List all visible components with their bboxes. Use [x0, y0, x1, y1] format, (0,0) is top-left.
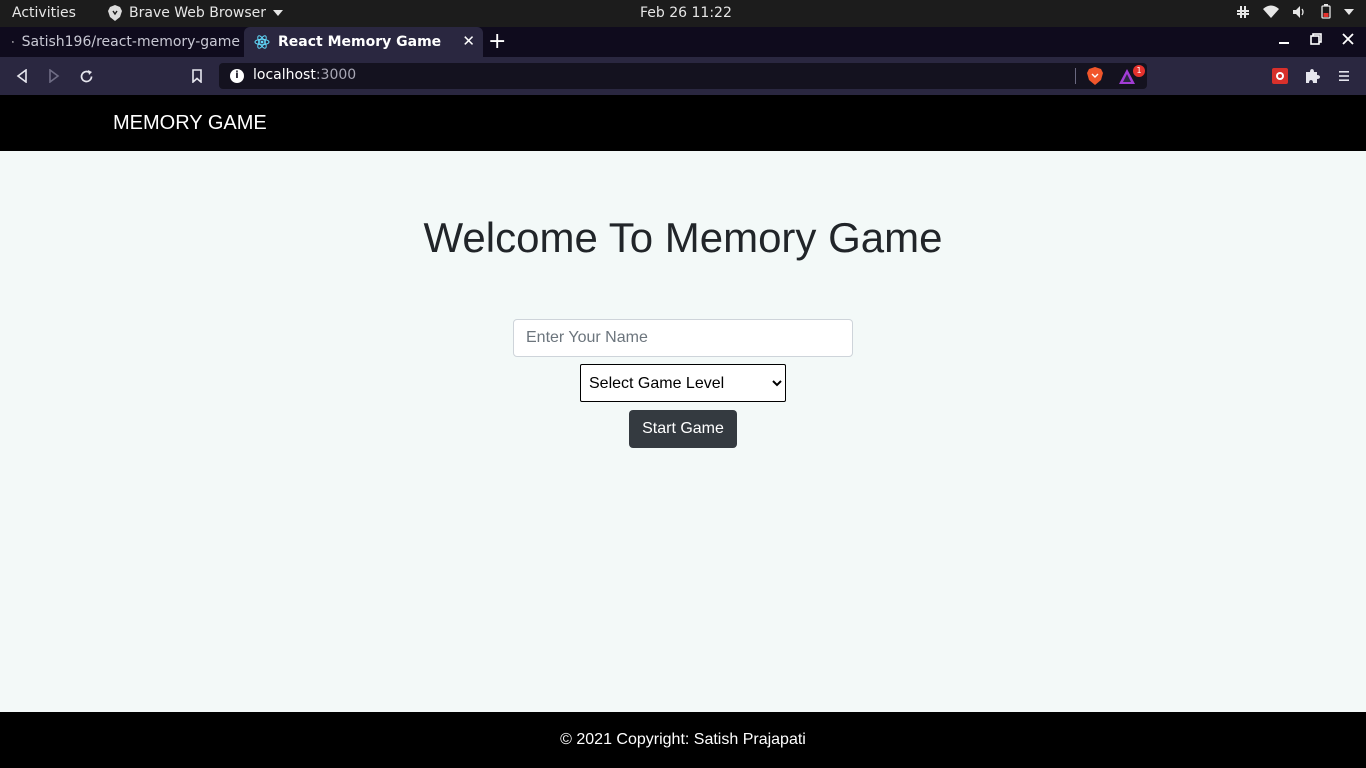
site-info-icon[interactable]: i	[230, 69, 244, 83]
system-tray[interactable]	[1236, 4, 1354, 19]
extensions-menu-button[interactable]	[1302, 66, 1322, 86]
back-icon	[16, 69, 27, 83]
main-menu-button[interactable]	[1334, 66, 1354, 86]
game-level-select[interactable]: Select Game Level	[580, 364, 786, 402]
battery-icon	[1321, 4, 1331, 19]
start-game-button[interactable]: Start Game	[629, 410, 737, 448]
volume-icon	[1293, 5, 1304, 18]
notification-badge: 1	[1133, 65, 1145, 77]
hamburger-menu-icon	[1339, 71, 1349, 81]
page-title: Welcome To Memory Game	[423, 214, 943, 261]
close-icon[interactable]: ✕	[462, 32, 475, 50]
restore-icon[interactable]	[1310, 33, 1322, 45]
extension-button[interactable]	[1270, 66, 1290, 86]
puzzle-icon	[1306, 69, 1320, 83]
tab-strip: Satish196/react-memory-game React Memory…	[0, 27, 1366, 57]
address-bar[interactable]: i localhost:3000 1	[219, 63, 1147, 89]
bookmark-icon	[192, 69, 202, 83]
app-navbar: MEMORY GAME	[0, 95, 1366, 151]
url-text: localhost:3000	[253, 67, 357, 83]
close-window-icon[interactable]	[1342, 33, 1354, 45]
activities-button[interactable]: Activities	[12, 5, 76, 21]
bookmark-button[interactable]	[187, 66, 207, 86]
app-menu[interactable]: Brave Web Browser	[108, 5, 283, 21]
tab-label: Satish196/react-memory-game	[21, 34, 240, 50]
back-button[interactable]	[12, 66, 32, 86]
react-icon	[254, 35, 270, 49]
navbar-brand[interactable]: MEMORY GAME	[113, 112, 267, 135]
minimize-icon[interactable]	[1278, 33, 1290, 45]
wifi-icon	[1263, 5, 1279, 18]
tab-github[interactable]: Satish196/react-memory-game	[0, 27, 240, 57]
copyright-text: © 2021 Copyright: Satish Prajapati	[560, 731, 806, 748]
forward-icon	[49, 69, 60, 83]
brave-shields-icon[interactable]	[1087, 67, 1103, 85]
page-footer: © 2021 Copyright: Satish Prajapati	[0, 712, 1366, 768]
separator	[1075, 68, 1076, 84]
reload-button[interactable]	[76, 66, 96, 86]
window-controls	[1278, 33, 1354, 45]
clock[interactable]: Feb 26 11:22	[640, 5, 732, 21]
name-input[interactable]	[513, 319, 853, 357]
chevron-down-icon	[273, 10, 283, 16]
tab-label: React Memory Game	[278, 34, 442, 50]
chevron-down-icon	[1344, 8, 1354, 15]
browser-toolbar: i localhost:3000 1	[0, 57, 1366, 95]
brave-lion-icon	[108, 5, 122, 21]
reload-icon	[80, 69, 92, 82]
github-icon	[12, 41, 14, 43]
new-tab-button[interactable]: +	[488, 31, 506, 53]
slack-icon	[1237, 5, 1249, 18]
extension-app-icon	[1272, 68, 1288, 84]
forward-button[interactable]	[44, 66, 64, 86]
app-menu-label: Brave Web Browser	[129, 5, 266, 21]
tab-react-memory-game[interactable]: React Memory Game ✕	[244, 27, 483, 57]
system-top-bar: Activities Brave Web Browser Feb 26 11:2…	[0, 0, 1366, 27]
